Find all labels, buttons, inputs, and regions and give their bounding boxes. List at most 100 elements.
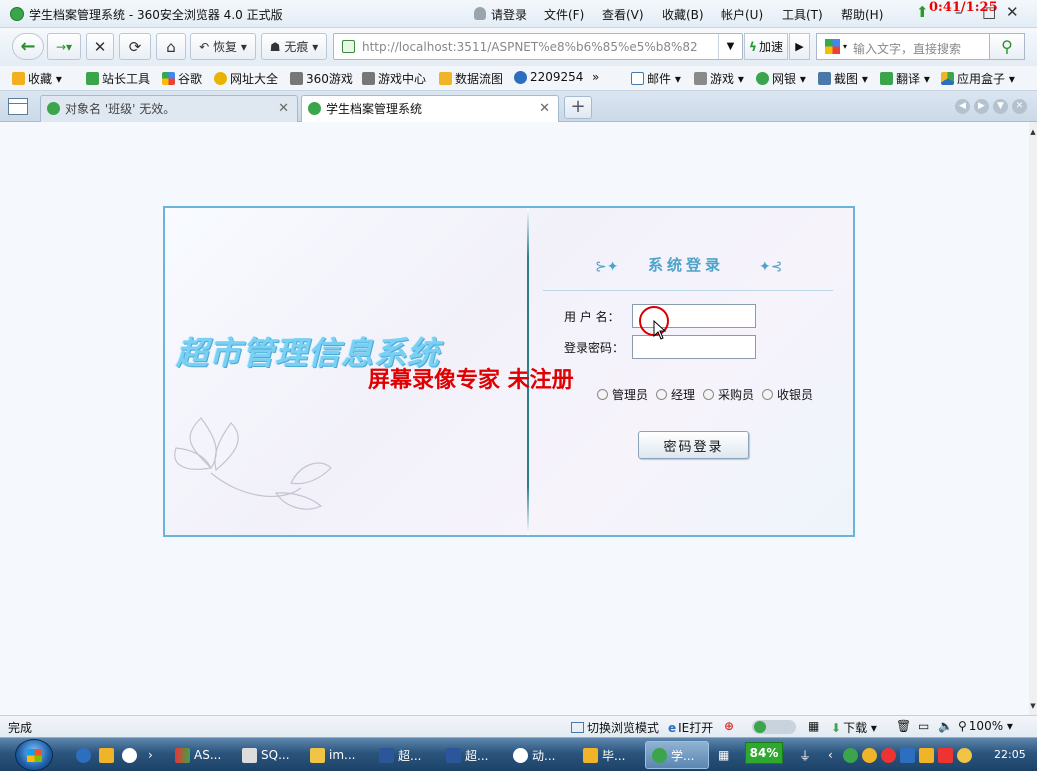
login-link[interactable]: 请登录 — [491, 6, 527, 23]
vertical-scrollbar[interactable]: ▲ ▼ — [1029, 122, 1037, 715]
fav-2209254[interactable]: 2209254 — [514, 70, 583, 84]
close-tab-icon[interactable]: ✕ — [539, 96, 550, 122]
go-button[interactable]: ▶ — [789, 33, 810, 60]
search-input[interactable]: ▾ 输入文字，直接搜索 — [816, 33, 990, 60]
role-manager-radio[interactable]: 经理 — [656, 386, 695, 403]
menu-file[interactable]: 文件(F) — [544, 6, 584, 23]
scroll-down-icon[interactable]: ▼ — [1029, 702, 1037, 710]
quicklaunch-explorer-icon[interactable] — [99, 744, 118, 766]
menu-tools[interactable]: 工具(T) — [782, 6, 823, 23]
fav-url-directory[interactable]: 网址大全 — [214, 70, 278, 87]
address-bar[interactable]: http://localhost:3511/ASPNET%e8%b6%85%e5… — [333, 33, 743, 60]
sidebar-toggle-icon[interactable] — [8, 98, 28, 115]
trash-icon[interactable]: 🗑 — [896, 719, 911, 733]
close-window-icon[interactable]: ✕ — [1006, 3, 1019, 21]
quicklaunch-search-icon[interactable] — [122, 744, 141, 766]
restore-button[interactable]: ↶ 恢复 ▾ — [190, 33, 256, 60]
security-tray-icon[interactable] — [881, 747, 896, 763]
taskbar-item-student[interactable]: 学... — [652, 744, 694, 766]
password-login-button[interactable]: 密码登录 — [638, 431, 749, 459]
fav-game-center[interactable]: 游戏中心 — [362, 70, 426, 87]
zoom-control[interactable]: ⚲ 100% ▾ — [958, 719, 1013, 733]
refresh-button[interactable]: ⟳ — [119, 33, 151, 60]
tab-student-archive[interactable]: 学生档案管理系统 ✕ — [301, 95, 559, 122]
search-button[interactable]: ⚲ — [989, 33, 1025, 60]
new-tab-button[interactable]: + — [564, 96, 592, 119]
taskbar-item-animation[interactable]: 动... — [513, 744, 555, 766]
ie-open-button[interactable]: e IE打开 — [668, 719, 713, 736]
password-field[interactable] — [632, 335, 756, 359]
power-plug-icon[interactable]: ⏚ — [799, 744, 811, 766]
start-button[interactable] — [15, 739, 53, 771]
radio-icon[interactable] — [597, 389, 608, 400]
user-icon[interactable] — [474, 7, 486, 20]
tab-error-page[interactable]: 对象名 '班级' 无效。 ✕ — [40, 95, 298, 122]
tab-scroll-right-icon[interactable]: ▶ — [974, 99, 989, 114]
qq-tray-icon[interactable] — [862, 747, 877, 763]
monitor-icon[interactable]: ▭ — [918, 719, 929, 733]
plus-circle-icon[interactable]: ⊕ — [724, 719, 734, 733]
accelerate-button[interactable]: ϟ 加速 — [744, 33, 788, 60]
fav-app-box[interactable]: 应用盒子 ▾ — [941, 70, 1015, 87]
quicklaunch-more-icon[interactable]: › — [148, 744, 153, 766]
windows-taskbar: › AS... SQ... im... 超... 超... 动... 毕... … — [0, 737, 1037, 771]
fav-translate[interactable]: 翻译 ▾ — [880, 70, 930, 87]
tray-expand-icon[interactable]: ‹ — [828, 744, 833, 766]
minimize-icon[interactable]: – — [955, 3, 963, 21]
role-cashier-radio[interactable]: 收银员 — [762, 386, 813, 403]
settings-icon[interactable]: ▦ — [808, 719, 819, 733]
keyboard-icon[interactable]: ▦ — [718, 744, 729, 766]
radio-icon[interactable] — [656, 389, 668, 400]
radio-icon[interactable] — [762, 389, 774, 400]
switch-mode-button[interactable]: 切换浏览模式 — [571, 719, 659, 736]
menu-help[interactable]: 帮助(H) — [841, 6, 883, 23]
incognito-button[interactable]: ☗ 无痕 ▾ — [261, 33, 327, 60]
input-method-tray-icon[interactable] — [919, 747, 934, 763]
tab-list-icon[interactable]: ▼ — [993, 99, 1008, 114]
volume-tray-icon[interactable] — [957, 747, 972, 763]
menu-account[interactable]: 帐户(U) — [721, 6, 763, 23]
antivirus-tray-icon[interactable] — [938, 747, 953, 763]
network-tray-icon[interactable] — [900, 747, 915, 763]
taskbar-item-word2[interactable]: 超... — [446, 744, 488, 766]
maximize-icon[interactable]: □ — [982, 3, 996, 21]
radio-icon[interactable] — [703, 389, 715, 400]
fav-games[interactable]: 游戏 ▾ — [694, 70, 744, 87]
back-button[interactable]: ← — [12, 33, 44, 60]
taskbar-item-im[interactable]: im... — [310, 744, 355, 766]
quicklaunch-ie-icon[interactable] — [76, 744, 95, 766]
more-favorites-button[interactable]: » — [592, 70, 599, 84]
fav-google[interactable]: 谷歌 — [162, 70, 202, 87]
fav-data-flow[interactable]: 数据流图 — [439, 70, 503, 87]
fav-online-banking[interactable]: 网银 ▾ — [756, 70, 806, 87]
update-arrow-icon[interactable]: ⬆ — [916, 3, 929, 21]
stop-button[interactable]: ✕ — [86, 33, 114, 60]
home-button[interactable]: ⌂ — [156, 33, 186, 60]
scroll-up-icon[interactable]: ▲ — [1029, 128, 1037, 136]
close-all-tabs-icon[interactable]: ✕ — [1012, 99, 1027, 114]
chevron-down-icon[interactable]: ▼ — [718, 34, 742, 59]
url-text[interactable]: http://localhost:3511/ASPNET%e8%b6%85%e5… — [362, 40, 714, 54]
download-button[interactable]: ⬇ 下载 ▾ — [831, 719, 877, 736]
taskbar-item-word1[interactable]: 超... — [379, 744, 421, 766]
taskbar-item-graduation[interactable]: 毕... — [583, 744, 625, 766]
360-tray-icon[interactable] — [843, 747, 858, 763]
fav-mail[interactable]: 邮件 ▾ — [631, 70, 681, 87]
taskbar-item-sql[interactable]: SQ... — [242, 744, 290, 766]
fav-screenshot[interactable]: 截图 ▾ — [818, 70, 868, 87]
role-admin-radio[interactable]: 管理员 — [597, 386, 648, 403]
fav-360-games[interactable]: 360游戏 — [290, 70, 353, 87]
fav-webmaster-tools[interactable]: 站长工具 — [86, 70, 150, 87]
menu-view[interactable]: 查看(V) — [602, 6, 644, 23]
role-purchaser-radio[interactable]: 采购员 — [703, 386, 754, 403]
speaker-icon[interactable]: 🔈 — [938, 719, 953, 733]
chevron-down-icon[interactable]: ▾ — [843, 42, 847, 51]
close-tab-icon[interactable]: ✕ — [278, 96, 289, 122]
forward-button[interactable]: →▾ — [47, 33, 81, 60]
tray-icons[interactable] — [843, 744, 976, 766]
menu-favorites[interactable]: 收藏(B) — [662, 6, 704, 23]
fav-collect[interactable]: 收藏 ▾ — [12, 70, 62, 87]
tab-scroll-left-icon[interactable]: ◀ — [955, 99, 970, 114]
toggle-switch[interactable] — [752, 720, 796, 734]
taskbar-item-as[interactable]: AS... — [175, 744, 221, 766]
